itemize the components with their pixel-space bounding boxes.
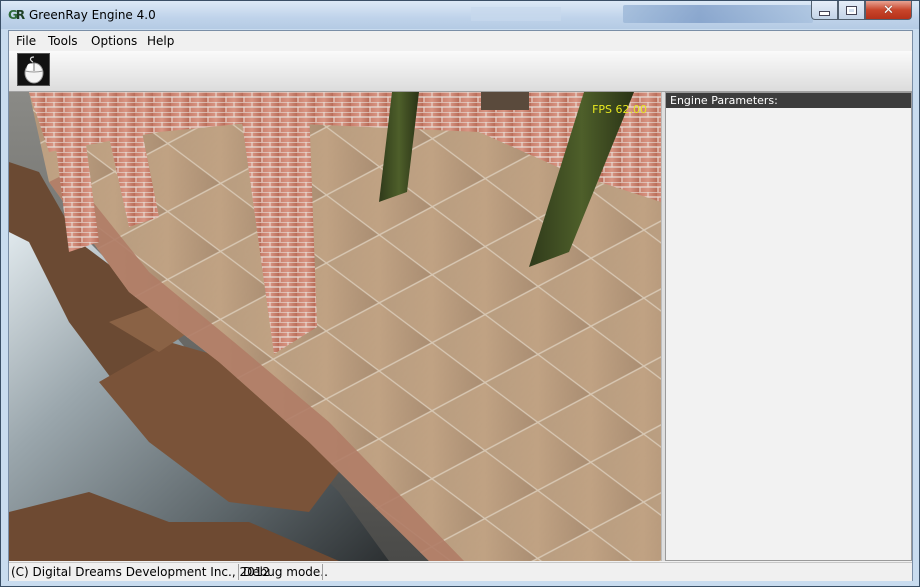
close-icon: ✕ bbox=[883, 2, 894, 18]
menu-tools-label: Tools bbox=[48, 34, 78, 48]
window-title: GreenRay Engine 4.0 bbox=[29, 8, 156, 22]
3d-viewport[interactable]: FPS 62.00 bbox=[9, 92, 661, 561]
menu-tools[interactable]: Tools bbox=[47, 34, 79, 49]
status-separator bbox=[322, 564, 323, 580]
title-bar[interactable]: GR GreenRay Engine 4.0 ✕ bbox=[1, 1, 919, 29]
maximize-button[interactable] bbox=[838, 1, 865, 20]
minimize-icon bbox=[819, 10, 830, 16]
panel-title: Engine Parameters: bbox=[666, 93, 911, 108]
engine-parameters-panel: Engine Parameters: bbox=[665, 92, 912, 561]
menu-options-label: Options bbox=[91, 34, 138, 48]
app-window: GR GreenRay Engine 4.0 ✕ File Tools Opti… bbox=[0, 0, 920, 587]
minimize-button[interactable] bbox=[811, 1, 838, 20]
menu-help-label: Help bbox=[147, 34, 175, 48]
maximize-icon bbox=[846, 5, 857, 15]
toolbar bbox=[9, 51, 912, 92]
scene-render bbox=[9, 92, 661, 561]
app-logo-icon: GR bbox=[8, 8, 25, 22]
close-button[interactable]: ✕ bbox=[865, 1, 912, 20]
menu-file-label: File bbox=[16, 34, 37, 48]
fps-counter: FPS 62.00 bbox=[592, 103, 647, 116]
mouse-tool-button[interactable] bbox=[17, 53, 50, 86]
status-separator bbox=[238, 564, 239, 580]
status-copyright: (C) Digital Dreams Development Inc., 201… bbox=[11, 565, 271, 579]
status-mode: Debug mode.. bbox=[243, 565, 328, 579]
title-bar-background-blur bbox=[471, 7, 561, 21]
status-bar: (C) Digital Dreams Development Inc., 201… bbox=[9, 562, 912, 581]
menu-file[interactable]: File bbox=[15, 34, 37, 49]
client-area: File Tools Options Help FPS 62.00 Engine… bbox=[8, 30, 913, 581]
menu-help[interactable]: Help bbox=[146, 34, 175, 49]
menu-options[interactable]: Options bbox=[90, 34, 138, 49]
title-bar-background-blur bbox=[623, 5, 813, 23]
mouse-icon bbox=[24, 55, 43, 83]
menu-bar: File Tools Options Help bbox=[9, 31, 912, 52]
